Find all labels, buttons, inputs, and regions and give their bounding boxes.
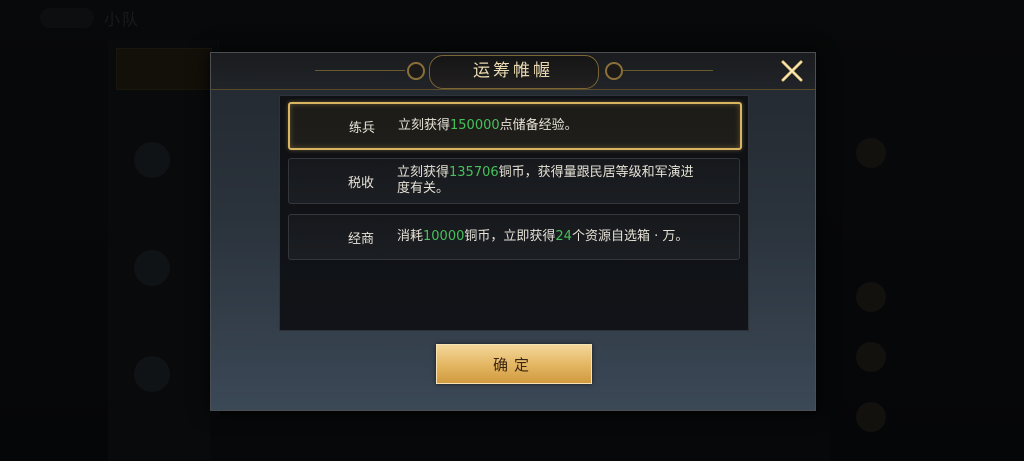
option-taxation[interactable]: 税收 立刻获得135706铜币，获得量跟民居等级和军演进度有关。 (288, 158, 740, 204)
title-ornament-line (315, 70, 405, 71)
option-description: 立刻获得135706铜币，获得量跟民居等级和军演进度有关。 (397, 165, 694, 196)
title-ornament-line (623, 70, 713, 71)
title-ornament-icon (605, 62, 623, 80)
option-description: 消耗10000铜币，立即获得24个资源自选箱 · 万。 (397, 229, 689, 244)
confirm-button[interactable]: 确定 (436, 344, 592, 384)
cost-number: 10000 (423, 229, 465, 244)
strategy-dialog: 运筹帷幄 练兵 立刻获得150000点储备经验。 税收 立刻获得135706铜币… (210, 52, 816, 411)
options-list: 练兵 立刻获得150000点储备经验。 税收 立刻获得135706铜币，获得量跟… (279, 95, 749, 331)
title-ornament-icon (407, 62, 425, 80)
option-trade[interactable]: 经商 消耗10000铜币，立即获得24个资源自选箱 · 万。 (288, 214, 740, 260)
option-name: 经商 (347, 231, 374, 247)
option-description: 立刻获得150000点储备经验。 (398, 118, 578, 133)
confirm-label: 确定 (492, 355, 535, 374)
close-button[interactable] (777, 57, 807, 85)
close-x-icon (781, 60, 803, 82)
option-train-troops[interactable]: 练兵 立刻获得150000点储备经验。 (288, 102, 742, 150)
dialog-title: 运筹帷幄 (473, 61, 553, 81)
option-name: 练兵 (348, 120, 375, 136)
reward-number: 24 (555, 229, 572, 244)
reward-number: 150000 (450, 118, 500, 133)
option-name: 税收 (347, 175, 374, 191)
reward-number: 135706 (449, 165, 499, 180)
dialog-header: 运筹帷幄 (211, 53, 815, 90)
